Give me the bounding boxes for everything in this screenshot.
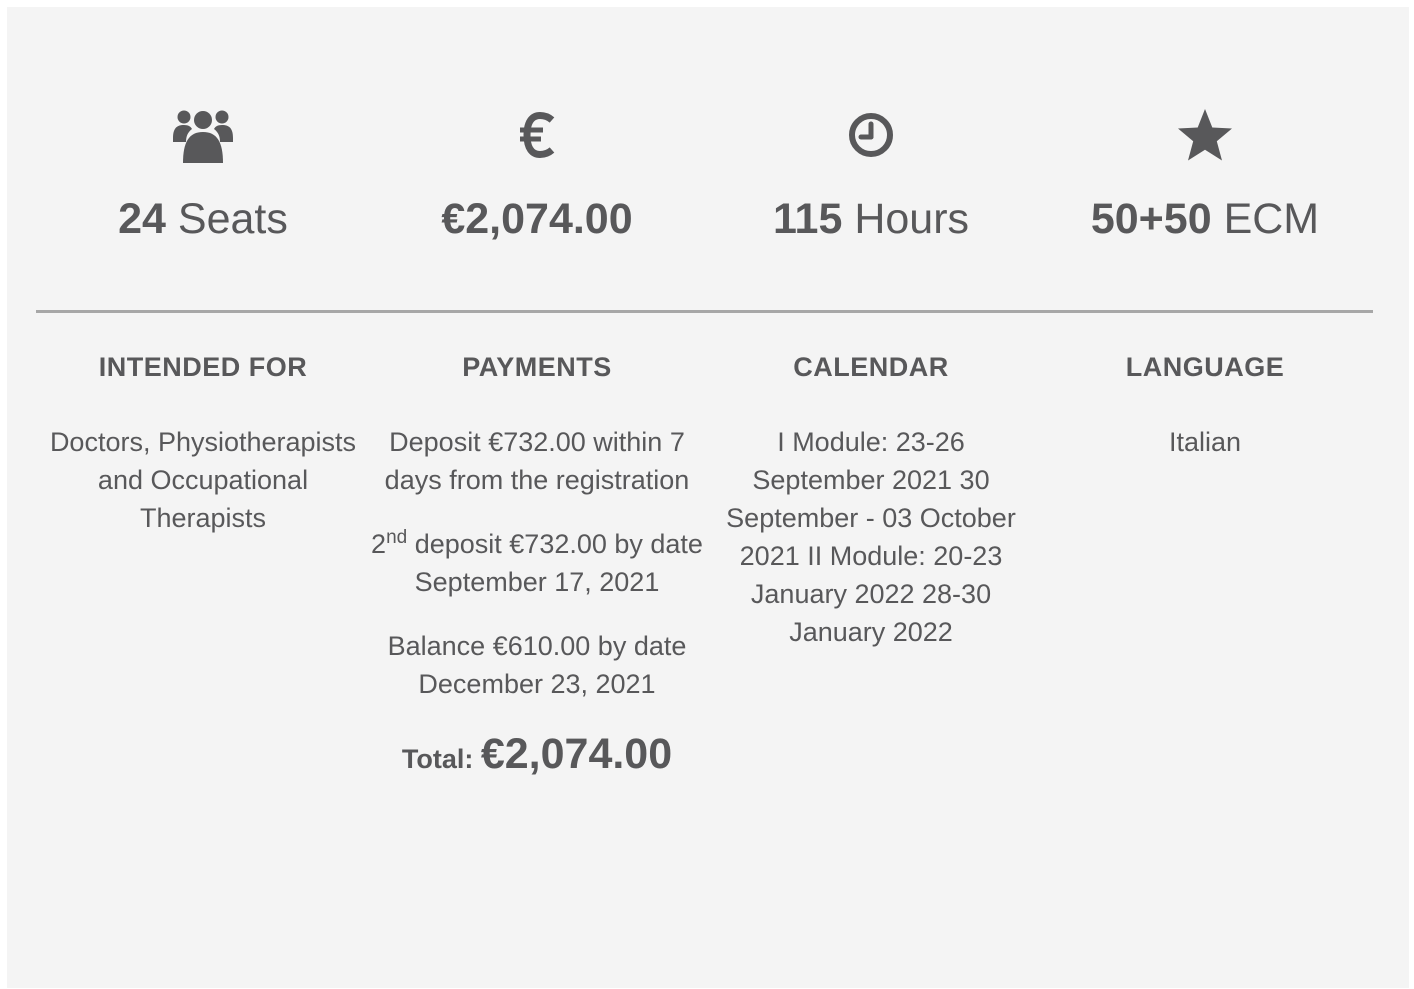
seats-value: 24 Seats: [36, 193, 370, 245]
language-section: LANGUAGE Italian: [1038, 347, 1372, 487]
calendar-heading: CALENDAR: [793, 352, 949, 382]
intended-for-section: INTENDED FOR Doctors, Physiotherapists a…: [36, 347, 370, 563]
intended-for-text: Doctors, Physiotherapists and Occupation…: [49, 427, 357, 533]
hours-unit: Hours: [854, 195, 970, 243]
second-deposit-details: deposit €732.00 by date September 17, 20…: [407, 529, 703, 597]
hours-value: 115 Hours: [704, 193, 1038, 245]
payments-section: PAYMENTS Deposit €732.00 within 7 days f…: [370, 347, 704, 784]
stat-seats: 24 Seats: [36, 7, 370, 267]
clock-icon: [704, 103, 1038, 167]
section-divider: [36, 310, 1373, 313]
price-value: €2,074.00: [370, 193, 704, 245]
ecm-unit: ECM: [1223, 195, 1320, 243]
language-text: Italian: [1168, 427, 1242, 457]
payment-total: Total: €2,074.00: [370, 729, 704, 784]
language-heading: LANGUAGE: [1125, 352, 1285, 382]
price-number: €2,074.00: [441, 195, 633, 243]
seats-unit: Seats: [177, 195, 288, 243]
course-stats: 24 Seats €2,074.00 115 Hours 50+50 ECM: [36, 7, 1373, 267]
stat-price: €2,074.00: [370, 7, 704, 267]
euro-icon: [370, 103, 704, 167]
star-icon: [1038, 103, 1372, 167]
ecm-number: 50+50: [1090, 195, 1212, 243]
stat-ecm: 50+50 ECM: [1038, 7, 1372, 267]
second-deposit-text: 2nd deposit €732.00 by date September 17…: [370, 525, 704, 601]
second-deposit-number: 2: [371, 529, 387, 559]
seats-number: 24: [118, 195, 166, 243]
ecm-value: 50+50 ECM: [1038, 193, 1372, 245]
payments-heading: PAYMENTS: [462, 352, 612, 382]
course-info-card: 24 Seats €2,074.00 115 Hours 50+50 ECM I…: [7, 7, 1409, 988]
total-amount: €2,074.00: [480, 730, 673, 778]
stat-hours: 115 Hours: [704, 7, 1038, 267]
intended-for-heading: INTENDED FOR: [98, 352, 308, 382]
calendar-section: CALENDAR I Module: 23-26 September 2021 …: [704, 347, 1038, 677]
balance-text: Balance €610.00 by date December 23, 202…: [387, 631, 687, 699]
total-label: Total:: [401, 744, 474, 774]
users-icon: [36, 103, 370, 167]
calendar-text: I Module: 23-26 September 2021 30 Septem…: [726, 427, 1016, 647]
deposit-text: Deposit €732.00 within 7 days from the r…: [384, 427, 690, 495]
hours-number: 115: [772, 195, 843, 243]
second-deposit-ordinal: nd: [386, 527, 408, 548]
